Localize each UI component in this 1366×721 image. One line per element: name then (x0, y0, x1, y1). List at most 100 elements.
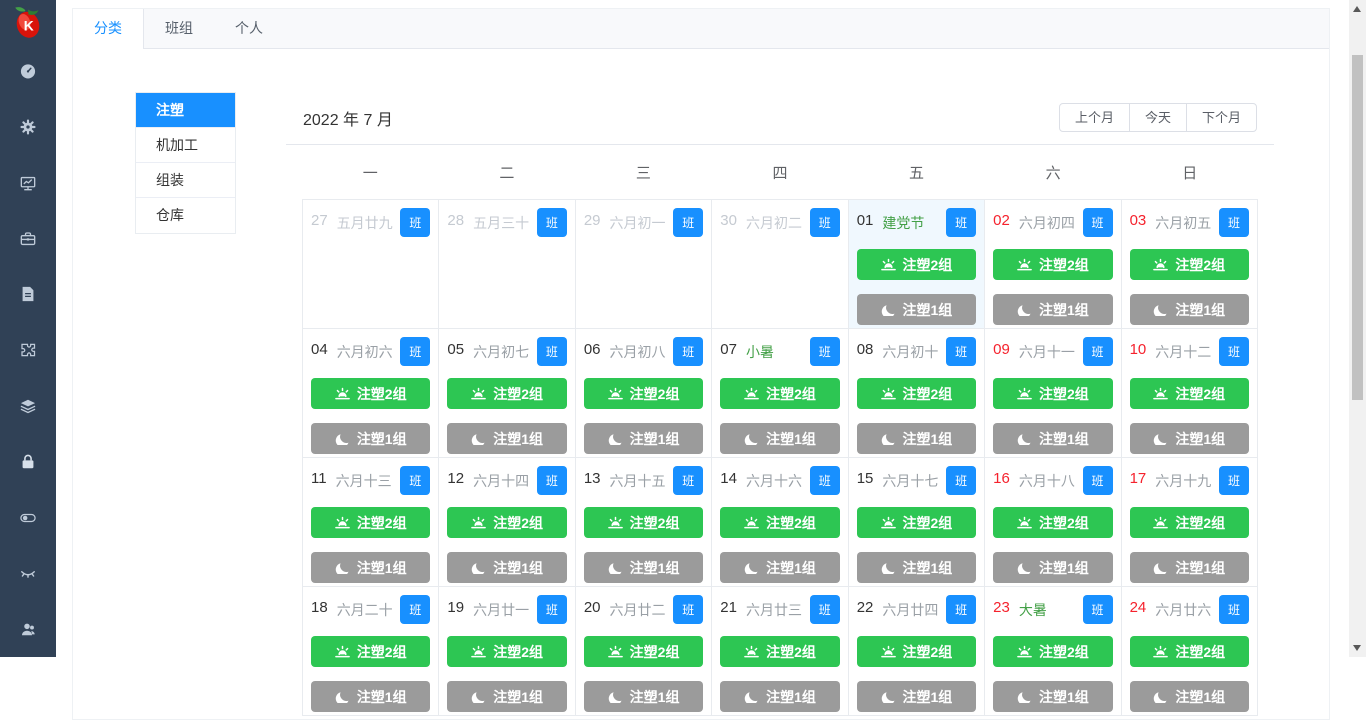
calendar-day-cell[interactable]: 04 六月初六班注塑2组 注塑1组 (303, 329, 440, 458)
sidebar-item-document[interactable] (0, 266, 56, 322)
calendar-day-cell[interactable]: 29 六月初一班 (575, 200, 713, 329)
day-shift-button[interactable]: 注塑2组 (993, 249, 1113, 280)
calendar-day-cell[interactable]: 17 六月十九班注塑2组 注塑1组 (1121, 458, 1258, 587)
day-shift-button[interactable]: 注塑2组 (993, 636, 1113, 667)
day-shift-button[interactable]: 注塑2组 (856, 378, 977, 409)
day-shift-button[interactable]: 注塑2组 (583, 636, 704, 667)
night-shift-button[interactable]: 注塑1组 (856, 552, 977, 583)
night-shift-button[interactable]: 注塑1组 (311, 552, 431, 583)
sidebar-item-gear[interactable] (0, 99, 56, 155)
vertical-scrollbar[interactable] (1349, 0, 1366, 657)
calendar-day-cell[interactable]: 27 五月廿九班 (303, 200, 440, 329)
shift-badge-button[interactable]: 班 (1218, 595, 1249, 624)
day-shift-button[interactable]: 注塑2组 (856, 636, 977, 667)
sidebar-item-dashboard[interactable] (0, 43, 56, 99)
calendar-day-cell[interactable]: 16 六月十八班注塑2组 注塑1组 (985, 458, 1122, 587)
shift-badge-button[interactable]: 班 (1082, 337, 1113, 366)
sidebar-item-layers[interactable] (0, 378, 56, 434)
calendar-day-cell[interactable]: 22 六月廿四班注塑2组 注塑1组 (848, 587, 986, 716)
shift-badge-button[interactable]: 班 (1082, 208, 1113, 237)
day-shift-button[interactable]: 注塑2组 (993, 378, 1113, 409)
sidebar-item-monitor-chart[interactable] (0, 155, 56, 211)
calendar-day-cell[interactable]: 14 六月十六班注塑2组 注塑1组 (712, 458, 849, 587)
calendar-day-cell[interactable]: 20 六月廿二班注塑2组 注塑1组 (575, 587, 713, 716)
shift-badge-button[interactable]: 班 (673, 208, 704, 237)
calendar-day-cell[interactable]: 06 六月初八班注塑2组 注塑1组 (575, 329, 713, 458)
tab-2[interactable]: 个人 (214, 9, 284, 48)
shift-badge-button[interactable]: 班 (946, 466, 977, 495)
day-shift-button[interactable]: 注塑2组 (720, 636, 840, 667)
day-shift-button[interactable]: 注塑2组 (311, 507, 431, 538)
calendar-day-cell[interactable]: 02 六月初四班注塑2组 注塑1组 (985, 200, 1122, 329)
shift-badge-button[interactable]: 班 (673, 595, 704, 624)
day-shift-button[interactable]: 注塑2组 (311, 378, 431, 409)
night-shift-button[interactable]: 注塑1组 (311, 423, 431, 454)
night-shift-button[interactable]: 注塑1组 (856, 681, 977, 712)
night-shift-button[interactable]: 注塑1组 (1129, 681, 1249, 712)
day-shift-button[interactable]: 注塑2组 (720, 378, 840, 409)
shift-badge-button[interactable]: 班 (673, 466, 704, 495)
calendar-day-cell[interactable]: 11 六月十三班注塑2组 注塑1组 (303, 458, 440, 587)
calendar-day-cell[interactable]: 15 六月十七班注塑2组 注塑1组 (848, 458, 986, 587)
night-shift-button[interactable]: 注塑1组 (447, 681, 567, 712)
shift-badge-button[interactable]: 班 (400, 466, 431, 495)
calendar-day-cell[interactable]: 01 建党节 班注塑2组 注塑1组 (848, 200, 986, 329)
calendar-day-cell[interactable]: 24 六月廿六班注塑2组 注塑1组 (1121, 587, 1258, 716)
calendar-day-cell[interactable]: 08 六月初十班注塑2组 注塑1组 (848, 329, 986, 458)
shift-badge-button[interactable]: 班 (946, 337, 977, 366)
shift-badge-button[interactable]: 班 (1082, 466, 1113, 495)
day-shift-button[interactable]: 注塑2组 (1129, 636, 1249, 667)
calendar-day-cell[interactable]: 12 六月十四班注塑2组 注塑1组 (439, 458, 576, 587)
night-shift-button[interactable]: 注塑1组 (1129, 294, 1249, 325)
night-shift-button[interactable]: 注塑1组 (583, 681, 704, 712)
night-shift-button[interactable]: 注塑1组 (993, 423, 1113, 454)
day-shift-button[interactable]: 注塑2组 (583, 507, 704, 538)
shift-badge-button[interactable]: 班 (1082, 595, 1113, 624)
night-shift-button[interactable]: 注塑1组 (720, 552, 840, 583)
night-shift-button[interactable]: 注塑1组 (993, 294, 1113, 325)
calendar-day-cell[interactable]: 28 五月三十班 (439, 200, 576, 329)
shift-badge-button[interactable]: 班 (1218, 466, 1249, 495)
night-shift-button[interactable]: 注塑1组 (720, 423, 840, 454)
sidebar-item-eye-closed[interactable] (0, 545, 56, 601)
next-month-button[interactable]: 下个月 (1185, 103, 1257, 132)
prev-month-button[interactable]: 上个月 (1058, 103, 1130, 132)
shift-badge-button[interactable]: 班 (809, 337, 840, 366)
night-shift-button[interactable]: 注塑1组 (447, 552, 567, 583)
day-shift-button[interactable]: 注塑2组 (856, 507, 977, 538)
night-shift-button[interactable]: 注塑1组 (856, 423, 977, 454)
category-item-0[interactable]: 注塑 (136, 93, 235, 128)
sidebar-item-toggle[interactable] (0, 490, 56, 546)
shift-badge-button[interactable]: 班 (536, 208, 567, 237)
calendar-day-cell[interactable]: 19 六月廿一班注塑2组 注塑1组 (439, 587, 576, 716)
night-shift-button[interactable]: 注塑1组 (583, 423, 704, 454)
shift-badge-button[interactable]: 班 (1218, 208, 1249, 237)
night-shift-button[interactable]: 注塑1组 (856, 294, 977, 325)
category-item-3[interactable]: 仓库 (136, 198, 235, 233)
sidebar-item-puzzle[interactable] (0, 322, 56, 378)
day-shift-button[interactable]: 注塑2组 (856, 249, 977, 280)
night-shift-button[interactable]: 注塑1组 (311, 681, 431, 712)
shift-badge-button[interactable]: 班 (536, 466, 567, 495)
shift-badge-button[interactable]: 班 (1218, 337, 1249, 366)
shift-badge-button[interactable]: 班 (809, 466, 840, 495)
day-shift-button[interactable]: 注塑2组 (1129, 249, 1249, 280)
night-shift-button[interactable]: 注塑1组 (583, 552, 704, 583)
calendar-day-cell[interactable]: 07 小暑 班注塑2组 注塑1组 (712, 329, 849, 458)
calendar-day-cell[interactable]: 05 六月初七班注塑2组 注塑1组 (439, 329, 576, 458)
night-shift-button[interactable]: 注塑1组 (1129, 552, 1249, 583)
calendar-day-cell[interactable]: 23 大暑 班注塑2组 注塑1组 (985, 587, 1122, 716)
shift-badge-button[interactable]: 班 (946, 208, 977, 237)
shift-badge-button[interactable]: 班 (809, 595, 840, 624)
app-logo[interactable]: K (0, 0, 56, 43)
category-item-2[interactable]: 组装 (136, 163, 235, 198)
scroll-down-arrow-icon[interactable] (1353, 645, 1361, 651)
day-shift-button[interactable]: 注塑2组 (993, 507, 1113, 538)
today-button[interactable]: 今天 (1128, 103, 1187, 132)
sidebar-item-toolbox[interactable] (0, 211, 56, 267)
night-shift-button[interactable]: 注塑1组 (993, 552, 1113, 583)
day-shift-button[interactable]: 注塑2组 (447, 378, 567, 409)
day-shift-button[interactable]: 注塑2组 (447, 636, 567, 667)
shift-badge-button[interactable]: 班 (400, 595, 431, 624)
sidebar-item-users[interactable] (0, 601, 56, 657)
